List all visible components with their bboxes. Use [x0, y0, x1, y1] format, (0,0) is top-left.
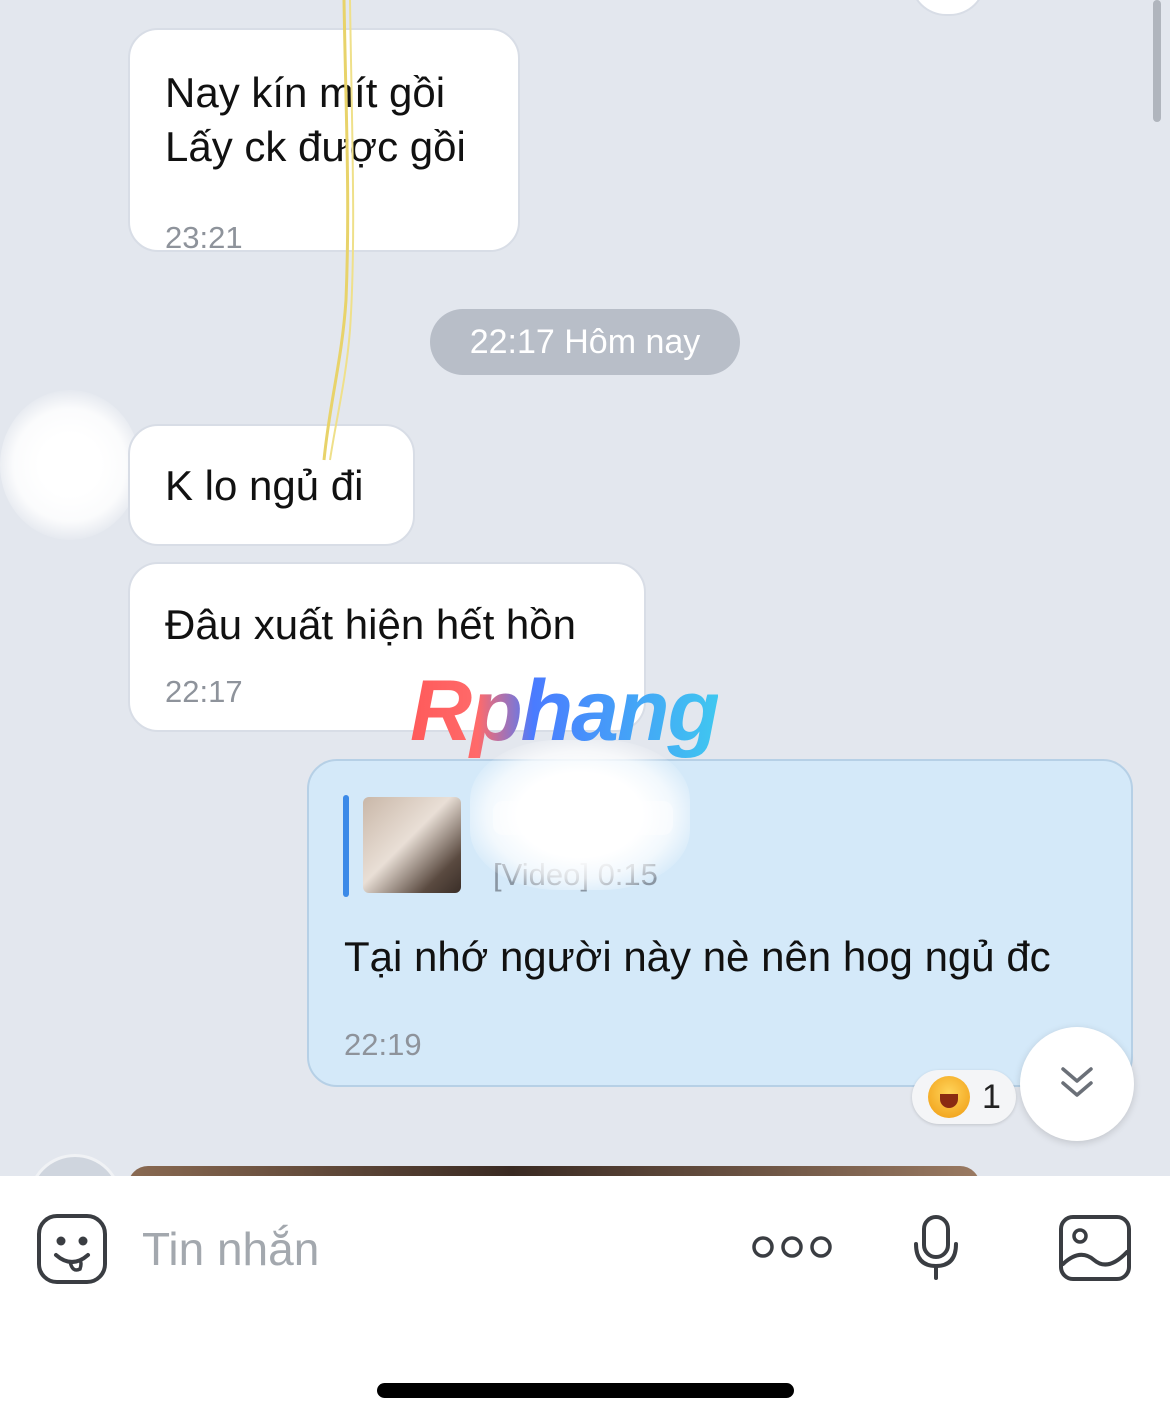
message-text: Đâu xuất hiện hết hồn [165, 601, 576, 648]
quote-bar [343, 795, 349, 897]
quoted-video-thumbnail[interactable] [363, 797, 461, 893]
message-bubble-incoming[interactable]: K lo ngủ đi [128, 424, 415, 546]
media-message-preview[interactable] [128, 1166, 980, 1176]
home-indicator[interactable] [377, 1383, 794, 1398]
microphone-icon[interactable] [912, 1214, 960, 1282]
message-text: Nay kín mít gồi Lấy ck được gồi [165, 69, 466, 170]
sender-avatar-blurred[interactable] [0, 390, 140, 540]
chat-area[interactable]: Nay kín mít gồi Lấy ck được gồi 23:21 22… [0, 0, 1170, 1176]
message-bubble-outgoing[interactable]: [Video] 0:15 Tại nhớ người này nè nên ho… [307, 759, 1133, 1087]
image-icon[interactable] [1058, 1214, 1132, 1282]
reaction-count: 1 [982, 1078, 1001, 1116]
date-separator: 22:17 Hôm nay [430, 309, 740, 375]
scroll-to-bottom-button[interactable] [1020, 1027, 1134, 1141]
sender-avatar[interactable] [28, 1154, 122, 1176]
top-avatar-edge [910, 0, 986, 16]
message-time: 23:21 [165, 220, 243, 255]
message-time: 22:17 [165, 674, 243, 709]
privacy-blur [470, 740, 690, 890]
more-dots-icon[interactable] [751, 1234, 833, 1260]
double-chevron-down-icon [1061, 1067, 1093, 1097]
message-time: 22:19 [344, 1027, 422, 1062]
scrollbar[interactable] [1153, 0, 1161, 122]
reaction-badge[interactable]: 1 [912, 1070, 1016, 1124]
stray-line-decoration [322, 0, 355, 461]
message-text: Tại nhớ người này nè nên hog ngủ đc [344, 933, 1051, 980]
watermark-logo: Rphang [410, 663, 720, 759]
laughing-face-icon [928, 1076, 970, 1118]
emoji-sticker-icon[interactable] [36, 1213, 108, 1285]
message-input-bar: Tin nhắn [0, 1176, 1170, 1422]
message-input[interactable]: Tin nhắn [142, 1222, 319, 1276]
